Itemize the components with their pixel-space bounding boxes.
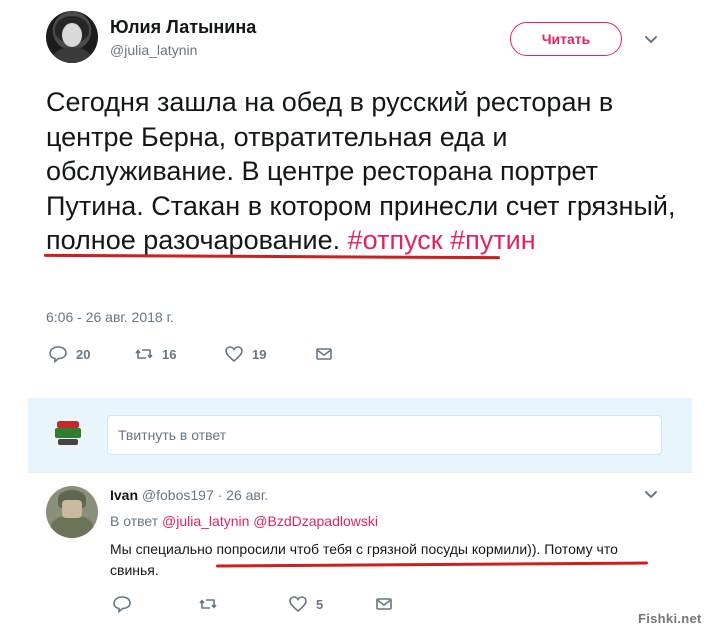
reply-count: 20 — [76, 346, 91, 362]
chevron-down-icon[interactable] — [641, 485, 661, 505]
reply-author-name[interactable]: Ivan — [110, 487, 138, 503]
reply-icon — [113, 596, 131, 614]
reply-author-handle[interactable]: @fobos197 — [142, 487, 214, 503]
watermark: Fishki.net — [638, 611, 702, 626]
tweet-text: Сегодня зашла на обед в русский ресторан… — [46, 85, 676, 258]
reply-input[interactable]: Твитнуть в ответ — [107, 415, 662, 455]
reply-author-avatar[interactable] — [46, 486, 98, 538]
reply-to-line: В ответ @julia_latynin @BzdDzapadlowski — [110, 513, 378, 529]
heart-icon — [289, 596, 307, 613]
user-avatar — [52, 418, 84, 450]
retweet-count: 16 — [162, 346, 177, 362]
envelope-icon — [376, 598, 392, 610]
retweet-icon — [135, 349, 153, 359]
reply-header: Ivan @fobos197 · 26 авг. — [110, 487, 268, 503]
chevron-down-icon[interactable] — [641, 30, 661, 50]
reply-to-mentions[interactable]: @julia_latynin @BzdDzapadlowski — [162, 513, 378, 529]
follow-button[interactable]: Читать — [510, 22, 622, 56]
message-action[interactable] — [374, 594, 394, 614]
tweet-timestamp[interactable]: 6:06 - 26 авг. 2018 г. — [46, 309, 174, 325]
reply-text: Мы специально попросили чтоб тебя с гряз… — [110, 541, 618, 578]
like-count: 19 — [252, 346, 267, 362]
retweet-icon — [199, 599, 217, 609]
message-action[interactable] — [314, 344, 334, 364]
like-action[interactable]: 19 — [224, 344, 266, 364]
divider — [28, 472, 692, 473]
author-handle[interactable]: @julia_latynin — [110, 42, 197, 58]
reply-to-prefix: В ответ — [110, 513, 159, 529]
like-count: 5 — [316, 596, 324, 612]
reply-action[interactable] — [112, 594, 140, 614]
retweet-action[interactable]: 16 — [134, 344, 176, 364]
like-action[interactable]: 5 — [288, 594, 323, 614]
retweet-action[interactable] — [198, 594, 226, 614]
reply-icon — [49, 346, 67, 364]
heart-icon — [225, 346, 243, 363]
reply-action[interactable]: 20 — [48, 344, 90, 364]
author-name[interactable]: Юлия Латынина — [110, 17, 256, 38]
hashtag-link[interactable]: #отпуск — [348, 225, 443, 255]
hashtag-link[interactable]: #путин — [450, 225, 536, 255]
envelope-icon — [316, 348, 332, 360]
reply-date[interactable]: · 26 авг. — [218, 487, 269, 503]
author-avatar[interactable] — [46, 11, 98, 63]
